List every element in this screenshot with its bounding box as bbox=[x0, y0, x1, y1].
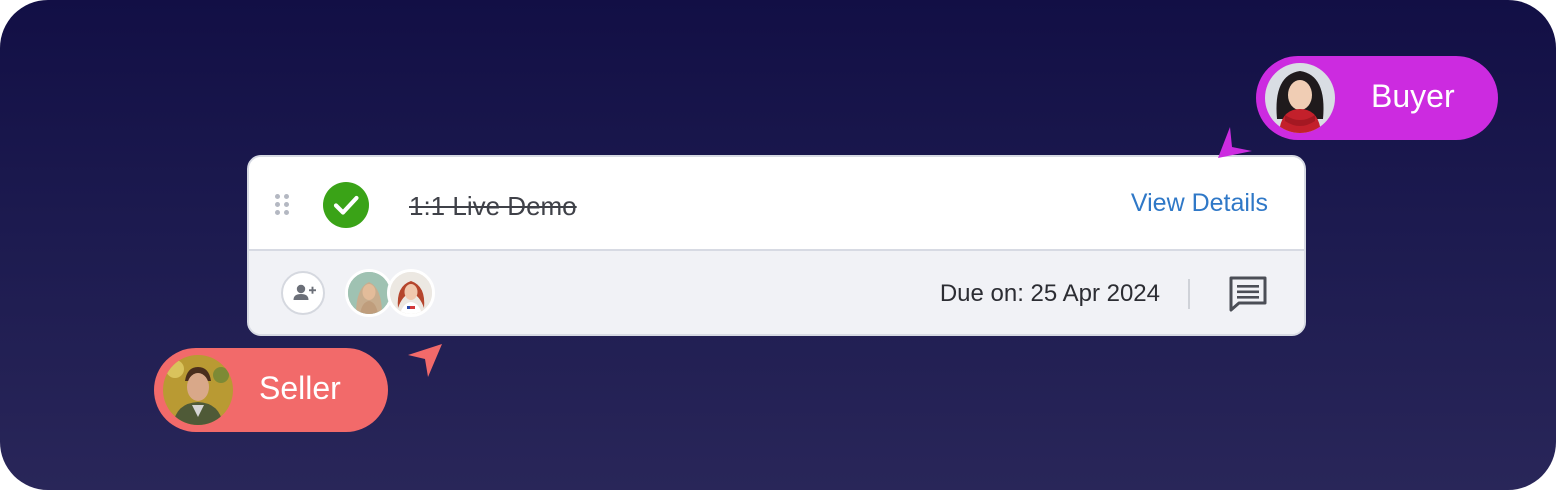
task-title: 1:1 Live Demo bbox=[409, 191, 577, 221]
seller-avatar bbox=[163, 355, 233, 425]
comment-icon[interactable] bbox=[1228, 275, 1268, 313]
buyer-avatar bbox=[1265, 63, 1335, 133]
seller-presence-pill: Seller bbox=[154, 348, 388, 432]
buyer-cursor-icon bbox=[1218, 127, 1252, 158]
check-circle-icon[interactable] bbox=[323, 182, 369, 228]
assignee-avatar[interactable] bbox=[387, 269, 435, 317]
buyer-label: Buyer bbox=[1371, 78, 1455, 114]
assignee-avatar[interactable] bbox=[345, 269, 393, 317]
add-assignee-button[interactable] bbox=[281, 271, 325, 315]
canvas: 1:1 Live Demo View Details Due on: 25 Ap… bbox=[0, 0, 1556, 490]
seller-cursor-icon bbox=[408, 344, 442, 377]
drag-handle-icon[interactable] bbox=[275, 194, 289, 216]
due-date: Due on: 25 Apr 2024 bbox=[939, 280, 1160, 307]
task-card: 1:1 Live Demo View Details Due on: 25 Ap… bbox=[247, 155, 1306, 336]
task-meta-row: Due on: 25 Apr 2024 bbox=[249, 251, 1304, 334]
buyer-presence-pill: Buyer bbox=[1256, 56, 1498, 140]
divider bbox=[1188, 279, 1190, 309]
person-add-icon bbox=[293, 284, 316, 300]
view-details-link[interactable]: View Details bbox=[1131, 189, 1268, 218]
seller-label: Seller bbox=[259, 370, 341, 406]
task-header-row: 1:1 Live Demo View Details bbox=[249, 157, 1304, 251]
